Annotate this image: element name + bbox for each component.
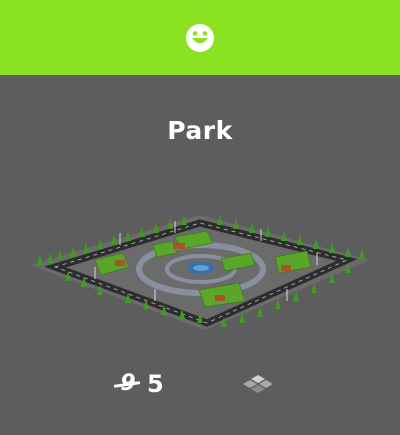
cost-display: 9 5 — [117, 370, 164, 398]
smiley-icon — [186, 23, 214, 52]
park-illustration — [30, 215, 370, 330]
currency-icon: 9 — [117, 370, 139, 398]
cost-value: 5 — [147, 370, 164, 398]
footprint-tiles-icon — [243, 375, 273, 393]
building-name: Park — [167, 116, 233, 145]
category-header — [0, 0, 400, 75]
